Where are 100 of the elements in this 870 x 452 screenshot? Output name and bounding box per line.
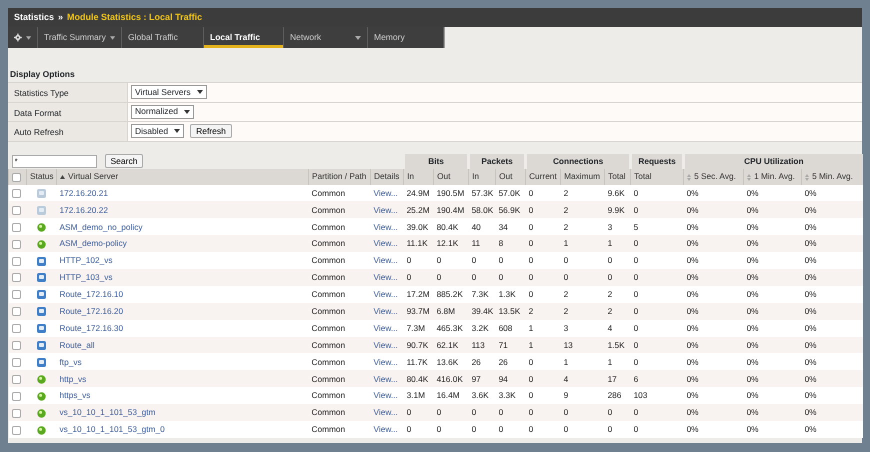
table-cell: Common bbox=[308, 201, 370, 218]
column-header[interactable]: Out bbox=[496, 168, 526, 184]
row-checkbox[interactable] bbox=[12, 256, 20, 266]
column-header[interactable]: Total bbox=[604, 168, 631, 184]
table-cell: 190.4M bbox=[434, 201, 469, 218]
row-checkbox[interactable] bbox=[12, 408, 20, 418]
column-header[interactable]: Virtual Server bbox=[56, 168, 308, 184]
table-cell: 16.4M bbox=[434, 387, 469, 404]
dropdown[interactable]: Virtual Servers bbox=[131, 85, 207, 100]
row-checkbox[interactable] bbox=[12, 358, 20, 367]
virtual-server-link[interactable]: Route_172.16.30 bbox=[60, 322, 124, 333]
column-header[interactable]: 5 Min. Avg. bbox=[802, 168, 863, 184]
filter-field[interactable]: * bbox=[12, 154, 96, 168]
table-cell: 0% bbox=[684, 302, 744, 320]
virtual-server-link[interactable]: 172.16.20.21 bbox=[60, 188, 108, 198]
column-header[interactable]: Details bbox=[370, 168, 404, 184]
virtual-server-link[interactable]: 172.16.20.22 bbox=[60, 204, 108, 215]
row-checkbox[interactable] bbox=[12, 222, 20, 232]
nav-tab[interactable]: Global Traffic bbox=[122, 27, 204, 48]
section-title: Display Options bbox=[10, 68, 76, 81]
table-cell: 9.6K bbox=[604, 184, 631, 202]
row-checkbox[interactable] bbox=[12, 341, 20, 350]
table-cell: 0 bbox=[526, 353, 561, 370]
refresh-button[interactable]: Refresh bbox=[190, 124, 232, 138]
table-cell: 0 bbox=[526, 387, 561, 404]
nav-tab[interactable]: Network bbox=[284, 27, 368, 48]
dropdown[interactable]: Disabled bbox=[131, 124, 184, 138]
table-cell: 0 bbox=[468, 420, 496, 438]
table-cell: 0 bbox=[630, 286, 684, 303]
column-header[interactable]: In bbox=[404, 168, 434, 184]
table-cell: 13.6K bbox=[434, 353, 469, 370]
table-cell: 57.3K bbox=[468, 184, 496, 202]
dropdown[interactable]: Normalized bbox=[131, 104, 194, 119]
row-checkbox[interactable] bbox=[12, 426, 20, 434]
column-header[interactable]: 5 Sec. Avg. bbox=[684, 168, 744, 184]
nav-tab[interactable]: Local Traffic bbox=[204, 27, 284, 48]
row-checkbox[interactable] bbox=[12, 189, 20, 198]
table-cell: 4 bbox=[604, 320, 631, 337]
virtual-server-link[interactable]: ftp_vs bbox=[60, 356, 82, 367]
column-header[interactable]: In bbox=[468, 168, 496, 184]
table-cell: Common bbox=[308, 353, 370, 370]
virtual-server-link[interactable]: https_vs bbox=[60, 390, 90, 400]
virtual-server-link[interactable]: ASM_demo-policy bbox=[60, 238, 127, 248]
table-cell: 0% bbox=[802, 336, 863, 354]
virtual-server-link[interactable]: HTTP_103_vs bbox=[60, 272, 113, 282]
table-cell: 0 bbox=[560, 252, 605, 269]
virtual-server-link[interactable]: Route_172.16.10 bbox=[60, 289, 124, 300]
row-checkbox[interactable] bbox=[12, 374, 20, 384]
column-header[interactable]: 1 Min. Avg. bbox=[744, 168, 802, 184]
table-cell: 0% bbox=[744, 353, 802, 370]
table-cell: 0 bbox=[526, 235, 561, 252]
column-group-header: Requests bbox=[630, 154, 684, 168]
virtual-server-link[interactable]: http_vs bbox=[60, 374, 86, 384]
table-cell: 0% bbox=[684, 218, 744, 236]
search-button[interactable]: Search bbox=[104, 154, 144, 168]
table-cell: 0 bbox=[404, 420, 434, 438]
virtual-server-link[interactable]: HTTP_102_vs bbox=[60, 255, 113, 266]
virtual-server-link[interactable]: Route_172.16.20 bbox=[60, 306, 124, 316]
row-checkbox[interactable] bbox=[12, 240, 20, 249]
table-cell: 0% bbox=[802, 404, 863, 421]
row-checkbox[interactable] bbox=[12, 273, 20, 282]
row-checkbox[interactable] bbox=[12, 206, 20, 215]
virtual-server-link[interactable]: ASM_demo_no_policy bbox=[60, 222, 143, 232]
table-cell: 80.4K bbox=[434, 218, 469, 236]
column-header[interactable]: Total bbox=[630, 168, 684, 184]
table-cell: 0 bbox=[604, 420, 631, 438]
select-all-checkbox[interactable] bbox=[12, 172, 21, 182]
table-cell: 0 bbox=[434, 404, 469, 421]
table-cell: Common bbox=[308, 218, 370, 236]
column-header[interactable]: Maximum bbox=[560, 168, 605, 184]
table-cell: 0 bbox=[526, 420, 561, 438]
row-checkbox[interactable] bbox=[12, 324, 20, 334]
table-cell: 0 bbox=[468, 268, 496, 286]
table-cell: 0 bbox=[630, 336, 684, 354]
table-cell: 5 bbox=[630, 218, 684, 236]
table-cell: 2 bbox=[560, 201, 605, 218]
table-cell: 26 bbox=[496, 353, 526, 370]
row-checkbox[interactable] bbox=[12, 392, 20, 401]
column-header[interactable]: Current bbox=[526, 168, 561, 184]
table-cell: Common bbox=[308, 420, 370, 438]
nav-tab[interactable]: Memory bbox=[368, 27, 444, 48]
table-cell: 0% bbox=[744, 320, 802, 337]
row-checkbox[interactable] bbox=[12, 290, 20, 300]
table-cell: 0% bbox=[684, 336, 744, 354]
column-header[interactable]: Partition / Path bbox=[308, 168, 370, 184]
table-cell: Common bbox=[308, 370, 370, 388]
table-cell: 11 bbox=[468, 235, 496, 252]
table-cell: 2 bbox=[526, 302, 561, 320]
row-checkbox[interactable] bbox=[12, 307, 20, 316]
table-cell: Common bbox=[308, 387, 370, 404]
nav-tab[interactable]: Traffic Summary bbox=[38, 27, 122, 48]
table-cell: 0% bbox=[802, 235, 863, 252]
table-cell: Common bbox=[308, 320, 370, 337]
table-cell: 13.5K bbox=[496, 302, 526, 320]
table-cell: 57.0K bbox=[496, 184, 526, 202]
breadcrumb-section[interactable]: Statistics bbox=[14, 10, 54, 24]
virtual-server-link[interactable]: Route_all bbox=[60, 340, 95, 350]
column-header[interactable]: Out bbox=[434, 168, 469, 184]
column-header[interactable]: Status bbox=[26, 168, 56, 184]
option-label: Data Format bbox=[8, 102, 128, 121]
